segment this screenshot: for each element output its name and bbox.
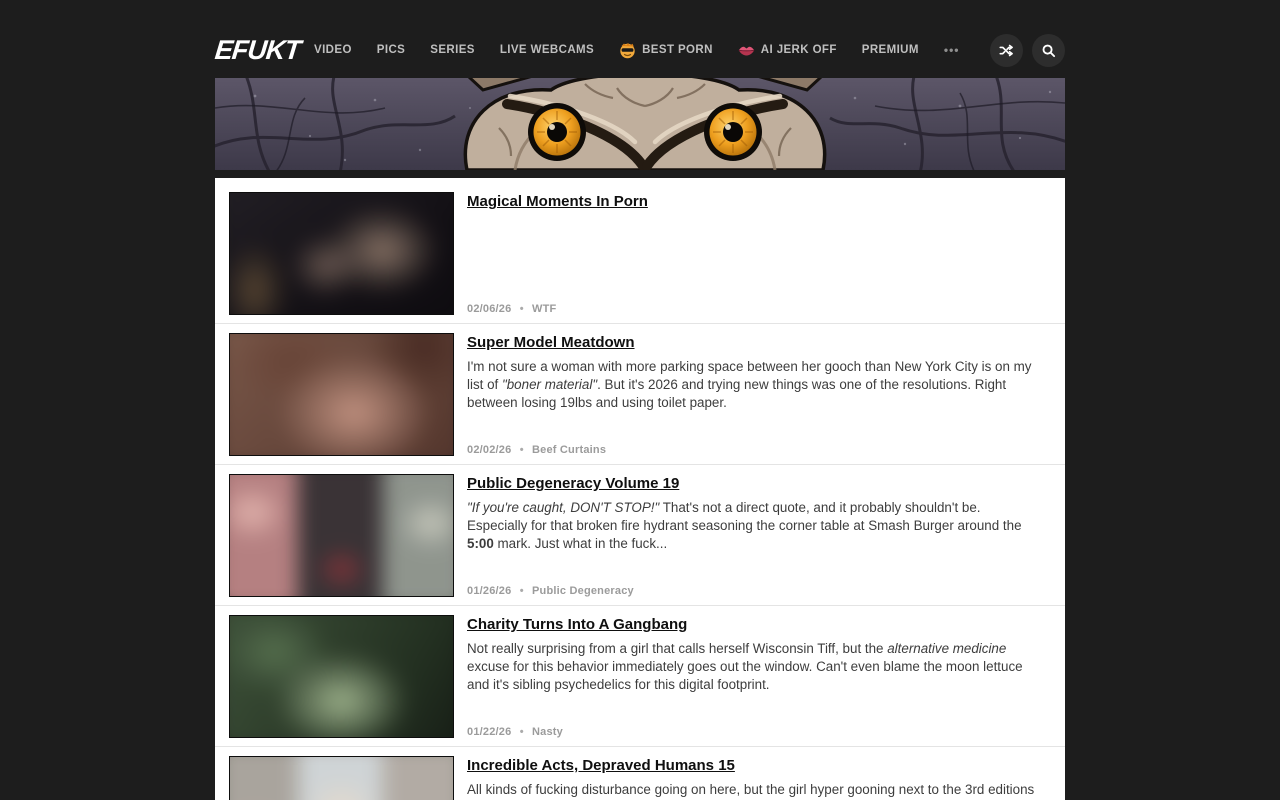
nav-link-best-porn[interactable]: BEST PORN [619, 42, 713, 59]
video-date: 02/06/26 [467, 303, 511, 315]
sunglasses-face-icon [619, 42, 636, 59]
video-thumbnail[interactable] [229, 333, 454, 456]
nav-link-video[interactable]: VIDEO [314, 44, 352, 56]
video-title-link[interactable]: Super Model Meatdown [467, 333, 635, 352]
video-thumbnail[interactable] [229, 192, 454, 315]
top-navbar: EFUKT VIDEO PICS SERIES LIVE WEBCAMS BES… [0, 0, 1280, 78]
video-date: 02/02/26 [467, 444, 511, 456]
video-title-link[interactable]: Charity Turns Into A Gangbang [467, 615, 687, 634]
list-item: Charity Turns Into A Gangbang Not really… [215, 605, 1065, 746]
video-description: All kinds of fucking disturbance going o… [467, 781, 1043, 800]
video-category[interactable]: Beef Curtains [532, 444, 606, 456]
video-list: Magical Moments In Porn 02/06/26 • WTF S… [215, 178, 1065, 800]
video-meta: 01/22/26 • Nasty [467, 726, 1043, 738]
video-meta: 02/06/26 • WTF [467, 303, 1043, 315]
nav-link-ai-jerk-off[interactable]: AI JERK OFF [738, 42, 837, 59]
main-nav: VIDEO PICS SERIES LIVE WEBCAMS BEST PORN… [314, 42, 978, 59]
site-logo[interactable]: EFUKT [213, 35, 301, 66]
meta-separator: • [520, 585, 524, 597]
meta-separator: • [520, 444, 524, 456]
lips-icon [738, 42, 755, 59]
nav-link-live-webcams[interactable]: LIVE WEBCAMS [500, 44, 594, 56]
list-item: Incredible Acts, Depraved Humans 15 All … [215, 746, 1065, 800]
owl-night-promo-banner[interactable] [215, 78, 1065, 170]
nav-link-series[interactable]: SERIES [430, 44, 475, 56]
video-thumbnail[interactable] [229, 615, 454, 738]
list-item: Magical Moments In Porn 02/06/26 • WTF [215, 183, 1065, 323]
video-title-link[interactable]: Public Degeneracy Volume 19 [467, 474, 679, 493]
nav-link-pics[interactable]: PICS [377, 44, 405, 56]
nav-more-button[interactable]: ••• [944, 43, 960, 57]
list-item: Super Model Meatdown I'm not sure a woma… [215, 323, 1065, 464]
meta-separator: • [520, 726, 524, 738]
list-item: Public Degeneracy Volume 19 "If you're c… [215, 464, 1065, 605]
search-button[interactable] [1032, 34, 1065, 67]
video-date: 01/22/26 [467, 726, 511, 738]
meta-separator: • [520, 303, 524, 315]
video-description: Not really surprising from a girl that c… [467, 640, 1043, 694]
video-description: I'm not sure a woman with more parking s… [467, 358, 1043, 412]
video-category[interactable]: Public Degeneracy [532, 585, 634, 597]
shuffle-icon [999, 43, 1014, 58]
video-description: "If you're caught, DON'T STOP!" That's n… [467, 499, 1043, 553]
shuffle-button[interactable] [990, 34, 1023, 67]
video-category[interactable]: WTF [532, 303, 556, 315]
video-meta: 02/02/26 • Beef Curtains [467, 444, 1043, 456]
video-title-link[interactable]: Incredible Acts, Depraved Humans 15 [467, 756, 735, 775]
nav-link-premium[interactable]: PREMIUM [862, 44, 919, 56]
search-icon [1041, 43, 1056, 58]
video-title-link[interactable]: Magical Moments In Porn [467, 192, 648, 211]
video-meta: 01/26/26 • Public Degeneracy [467, 585, 1043, 597]
video-date: 01/26/26 [467, 585, 511, 597]
video-thumbnail[interactable] [229, 756, 454, 800]
video-thumbnail[interactable] [229, 474, 454, 597]
video-category[interactable]: Nasty [532, 726, 563, 738]
